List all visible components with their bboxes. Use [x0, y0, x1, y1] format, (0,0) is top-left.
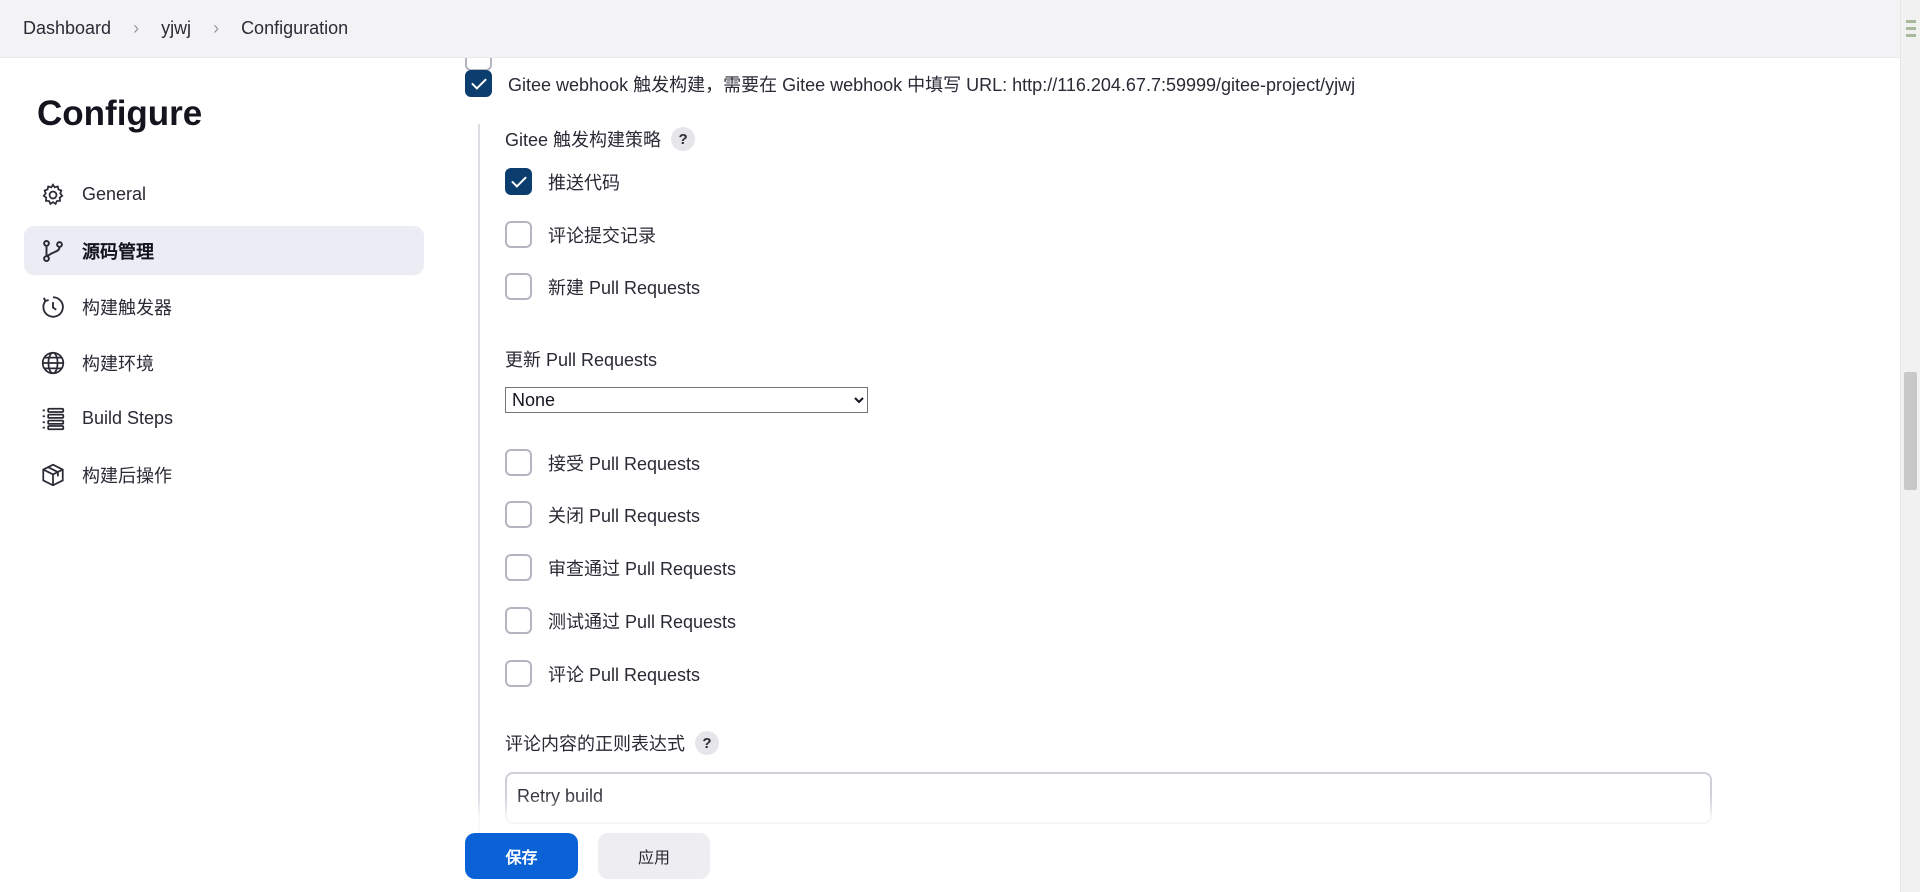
apply-button[interactable]: 应用 — [598, 833, 710, 879]
globe-icon — [41, 351, 65, 374]
update-pr-heading: 更新 Pull Requests — [505, 346, 657, 372]
bottom-action-bar: 保存 应用 — [430, 814, 1900, 892]
comment-commit-row: 评论提交记录 — [505, 221, 656, 248]
scrollbar-thumb[interactable] — [1904, 372, 1917, 490]
update-pr-select[interactable]: None — [505, 387, 868, 413]
accept-pr-label: 接受 Pull Requests — [548, 453, 701, 474]
sidebar-item-label: Build Steps — [82, 408, 174, 428]
push-code-checkbox[interactable] — [505, 168, 532, 195]
new-pr-checkbox[interactable] — [505, 273, 532, 300]
close-pr-checkbox[interactable] — [505, 501, 532, 528]
strategy-label: Gitee 触发构建策略 — [505, 130, 662, 150]
comment-commit-label: 评论提交记录 — [548, 225, 656, 246]
package-icon — [42, 463, 64, 486]
config-form: Gitee webhook 触发构建，需要在 Gitee webhook 中填写… — [440, 44, 1880, 844]
sidebar-item-label: 构建触发器 — [82, 297, 172, 318]
test-pr-row: 测试通过 Pull Requests — [505, 607, 736, 634]
test-pr-label: 测试通过 Pull Requests — [548, 611, 737, 632]
sidebar-item-label: 构建环境 — [82, 353, 154, 374]
breadcrumb: Dashboard › yjwj › Configuration — [0, 0, 1900, 58]
push-code-label: 推送代码 — [548, 172, 620, 193]
list-icon — [42, 407, 65, 430]
approve-pr-checkbox[interactable] — [505, 554, 532, 581]
accept-pr-row: 接受 Pull Requests — [505, 449, 700, 476]
breadcrumb-configuration[interactable]: Configuration — [241, 18, 348, 39]
gitee-webhook-checkbox[interactable] — [465, 70, 492, 97]
page-title: Configure — [37, 94, 203, 133]
sidebar-item-label: General — [82, 184, 147, 204]
sidebar-item-build-steps[interactable]: Build Steps — [24, 394, 424, 443]
clock-icon — [42, 295, 64, 318]
save-button[interactable]: 保存 — [465, 833, 578, 879]
new-pr-row: 新建 Pull Requests — [505, 273, 700, 300]
new-pr-label: 新建 Pull Requests — [548, 277, 701, 298]
comment-pr-row: 评论 Pull Requests — [505, 660, 700, 687]
gitee-webhook-row: Gitee webhook 触发构建，需要在 Gitee webhook 中填写… — [465, 70, 1355, 97]
chevron-right-icon: › — [213, 18, 220, 38]
sidebar-nav: General 源码管理 构建触发器 构建环境 Build Steps 构建后操… — [24, 170, 424, 506]
scrollbar[interactable] — [1900, 0, 1920, 892]
sidebar-item-source-control[interactable]: 源码管理 — [24, 226, 424, 275]
help-icon[interactable]: ? — [671, 127, 696, 151]
gear-icon — [42, 182, 64, 205]
scrollbar-markers — [1906, 20, 1916, 46]
regex-label: 评论内容的正则表达式 — [505, 734, 685, 754]
push-code-row: 推送代码 — [505, 168, 620, 195]
breadcrumb-project[interactable]: yjwj — [161, 18, 191, 39]
comment-pr-checkbox[interactable] — [505, 660, 532, 687]
chevron-right-icon: › — [133, 18, 140, 38]
gitee-webhook-label: Gitee webhook 触发构建，需要在 Gitee webhook 中填写… — [508, 74, 1356, 95]
update-pr-label: 更新 Pull Requests — [505, 350, 658, 370]
sidebar-item-label: 构建后操作 — [82, 465, 172, 486]
section-indent-line — [478, 124, 480, 844]
test-pr-checkbox[interactable] — [505, 607, 532, 634]
regex-heading: 评论内容的正则表达式 ? — [505, 730, 719, 756]
help-icon[interactable]: ? — [695, 731, 719, 755]
comment-commit-checkbox[interactable] — [505, 221, 532, 248]
sidebar: Configure General 源码管理 构建触发器 构建环境 Build … — [0, 58, 430, 892]
branch-icon — [43, 239, 63, 262]
accept-pr-checkbox[interactable] — [505, 449, 532, 476]
strategy-heading: Gitee 触发构建策略 ? — [505, 126, 696, 152]
breadcrumb-dashboard[interactable]: Dashboard — [23, 18, 111, 39]
comment-pr-label: 评论 Pull Requests — [548, 664, 701, 685]
sidebar-item-general[interactable]: General — [24, 170, 424, 219]
approve-pr-row: 审查通过 Pull Requests — [505, 554, 736, 581]
approve-pr-label: 审查通过 Pull Requests — [548, 558, 737, 579]
close-pr-row: 关闭 Pull Requests — [505, 501, 700, 528]
sidebar-item-build-triggers[interactable]: 构建触发器 — [24, 282, 424, 331]
sidebar-item-label: 源码管理 — [82, 241, 154, 262]
sidebar-item-build-environment[interactable]: 构建环境 — [24, 338, 424, 387]
close-pr-label: 关闭 Pull Requests — [548, 505, 701, 526]
sidebar-item-post-build[interactable]: 构建后操作 — [24, 450, 424, 499]
